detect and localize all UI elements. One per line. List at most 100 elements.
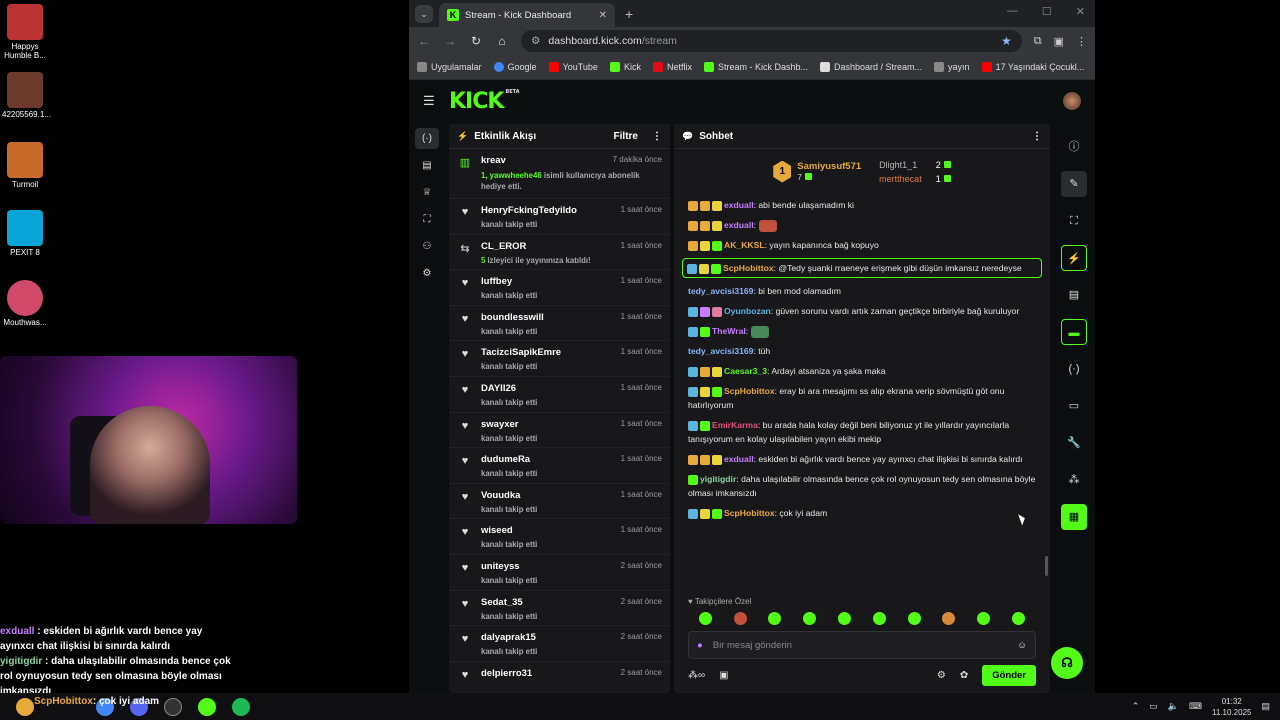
event-username[interactable]: boundlesswill <box>481 312 544 323</box>
chat-message[interactable]: ScpHobittox: @Tedy şuanki rraeneye erişm… <box>682 258 1042 278</box>
bookmark-item[interactable]: YouTube <box>548 62 598 72</box>
event-item[interactable]: ♥ TacizciSapikEmre 1 saat önce kanalı takip… <box>449 341 670 377</box>
tab-search-button[interactable]: ⌄ <box>415 4 433 23</box>
bookmark-item[interactable]: Stream - Kick Dashb... <box>703 62 808 72</box>
spotify-icon[interactable] <box>232 697 250 716</box>
server-icon[interactable]: ▭ <box>1061 393 1087 419</box>
bookmark-item[interactable]: Google <box>493 62 537 72</box>
event-username[interactable]: uniteyss <box>481 561 520 572</box>
chat-toggle-icon[interactable]: ▬ <box>1061 319 1087 345</box>
broadcast-icon[interactable]: (·) <box>1061 356 1087 382</box>
chat-message[interactable]: ScpHobittox: çok iyi adam <box>688 506 1042 520</box>
leader-second-name[interactable]: Dlight1_1 <box>879 160 922 170</box>
chat-username[interactable]: ScpHobittox <box>723 263 774 273</box>
event-item[interactable]: ♥ HenryFckingTedyildo 1 saat önce kanalı ta… <box>449 199 670 235</box>
users-icon[interactable]: ⚇ <box>415 236 439 257</box>
maximize-button[interactable]: ☐ <box>1042 5 1052 18</box>
chat-message[interactable]: yigitigdir: daha ulaşılabilir olmasında … <box>688 472 1042 500</box>
gift-icon[interactable]: ▣ <box>719 670 728 681</box>
event-username[interactable]: delpierro31 <box>481 668 532 679</box>
notifications-icon[interactable]: ▤ <box>1261 701 1270 712</box>
kick-app-icon[interactable] <box>198 697 216 716</box>
back-button[interactable]: ← <box>417 34 431 48</box>
desktop-icon-2[interactable]: 42205569.1... <box>2 72 51 119</box>
kick-logo[interactable]: KICK BETA <box>449 89 520 114</box>
network-icon[interactable]: ▭ <box>1149 701 1158 712</box>
event-item[interactable]: ♥ dalyaprak15 2 saat önce kanalı takip etti <box>449 626 670 662</box>
chat-message[interactable]: AK_KKSL: yayın kapanınca bağ kopuyo <box>688 238 1042 252</box>
chat-username[interactable]: ScpHobittox <box>724 386 775 396</box>
new-tab-button[interactable]: + <box>625 6 633 22</box>
event-item[interactable]: ♥ Vouudka 1 saat önce kanalı takip etti <box>449 484 670 520</box>
analytics-icon[interactable]: ▤ <box>415 155 439 176</box>
chat-username[interactable]: exduall <box>724 200 754 210</box>
user-avatar[interactable] <box>1063 92 1081 110</box>
site-info-icon[interactable]: ⚙ <box>531 35 540 47</box>
edit-icon[interactable]: ✎ <box>1061 171 1087 197</box>
mod-tools-icon[interactable]: ✿ <box>960 670 968 681</box>
event-item[interactable]: ♥ DAYII26 1 saat önce kanalı takip etti <box>449 377 670 413</box>
desktop-icon-4[interactable]: PEXIT 8 <box>2 210 48 257</box>
chat-message[interactable]: Oyunbozan: güven sorunu vardı artık zama… <box>688 304 1042 318</box>
event-username[interactable]: kreav <box>481 155 506 166</box>
bookmark-item[interactable]: yayın <box>934 62 970 72</box>
event-item[interactable]: ♥ delpierro31 2 saat önce <box>449 662 670 693</box>
event-username[interactable]: HenryFckingTedyildo <box>481 205 577 216</box>
points-icon[interactable]: ⁂∞ <box>688 670 705 681</box>
event-username[interactable]: dudumeRa <box>481 454 530 465</box>
chat-message[interactable]: exduall: abi bende ulaşamadım ki <box>688 198 1042 212</box>
event-item[interactable]: ♥ uniteyss 2 saat önce kanalı takip etti <box>449 555 670 591</box>
profile-icon[interactable]: ▣ <box>1054 35 1064 48</box>
chat-username[interactable]: TheWral <box>712 326 746 336</box>
share-icon[interactable]: ⁂ <box>1061 467 1087 493</box>
desktop-icon-1[interactable]: Happys Humble B... <box>2 4 48 60</box>
chat-username[interactable]: Oyunbozan <box>724 306 771 316</box>
chat-message[interactable]: exduall: <box>688 218 1042 232</box>
event-item[interactable]: ♥ swayxer 1 saat önce kanalı takip etti <box>449 413 670 449</box>
event-username[interactable]: TacizciSapikEmre <box>481 347 561 358</box>
extensions-icon[interactable]: ⧉ <box>1034 35 1042 48</box>
event-username[interactable]: wiseed <box>481 525 513 536</box>
chat-username[interactable]: ScpHobittox <box>724 508 775 518</box>
chat-message[interactable]: tedy_avcisi3169: bi ben mod olamadım <box>688 284 1042 298</box>
reload-button[interactable]: ↻ <box>469 34 483 48</box>
event-item[interactable]: ⇆ CL_EROR 1 saat önce 5 izleyici ile yayını… <box>449 235 670 271</box>
bookmark-item[interactable]: Uygulamalar <box>417 62 482 72</box>
emote-button[interactable] <box>698 612 712 625</box>
browser-tab[interactable]: K Stream - Kick Dashboard ✕ <box>439 3 615 27</box>
send-button[interactable]: Gönder <box>982 665 1036 686</box>
leader-third-name[interactable]: mertthecat <box>879 174 922 184</box>
event-item[interactable]: ▥ kreav 7 dakika önce 1, yawwheehe46 isimli… <box>449 149 670 199</box>
chat-scrollbar[interactable] <box>1045 556 1048 576</box>
chat-username[interactable]: tedy_avcisi3169 <box>688 286 753 296</box>
close-window-button[interactable]: ✕ <box>1076 5 1085 18</box>
language-icon[interactable]: ⌨ <box>1189 701 1202 712</box>
emote-button[interactable] <box>872 612 886 625</box>
hamburger-menu-icon[interactable]: ☰ <box>423 93 435 109</box>
microphone-icon[interactable]: ● <box>697 640 703 651</box>
event-username[interactable]: luffbey <box>481 276 512 287</box>
emote-button[interactable] <box>733 612 747 625</box>
bookmark-item[interactable]: Netflix <box>652 62 692 72</box>
volume-icon[interactable]: 🔈 <box>1168 701 1179 712</box>
event-item[interactable]: ♥ boundlesswill 1 saat önce kanalı takip et… <box>449 306 670 342</box>
chat-message[interactable]: TheWral: <box>688 324 1042 338</box>
forward-button[interactable]: → <box>443 34 457 48</box>
event-username[interactable]: CL_EROR <box>481 241 526 252</box>
emote-button[interactable] <box>977 612 991 625</box>
emote-button[interactable] <box>907 612 921 625</box>
chat-input[interactable]: ● Bir mesaj gönderin ☺ <box>688 631 1036 659</box>
emote-button[interactable] <box>1012 612 1026 625</box>
minimize-button[interactable]: — <box>1007 5 1018 18</box>
desktop-icon-3[interactable]: Turmoil <box>2 142 48 189</box>
more-options-icon[interactable]: ⋮ <box>652 131 662 142</box>
emote-button[interactable] <box>942 612 956 625</box>
event-username[interactable]: Sedat_35 <box>481 597 523 608</box>
event-username[interactable]: Vouudka <box>481 490 520 501</box>
event-item[interactable]: ♥ dudumeRa 1 saat önce kanalı takip etti <box>449 448 670 484</box>
tab-close-icon[interactable]: ✕ <box>599 10 607 21</box>
chat-message[interactable]: EmirKarma: bu arada hala kolay değil ben… <box>688 418 1042 446</box>
stream-icon[interactable]: (·) <box>415 128 439 149</box>
bookmark-item[interactable]: Kick <box>609 62 641 72</box>
event-item[interactable]: ♥ wiseed 1 saat önce kanalı takip etti <box>449 519 670 555</box>
